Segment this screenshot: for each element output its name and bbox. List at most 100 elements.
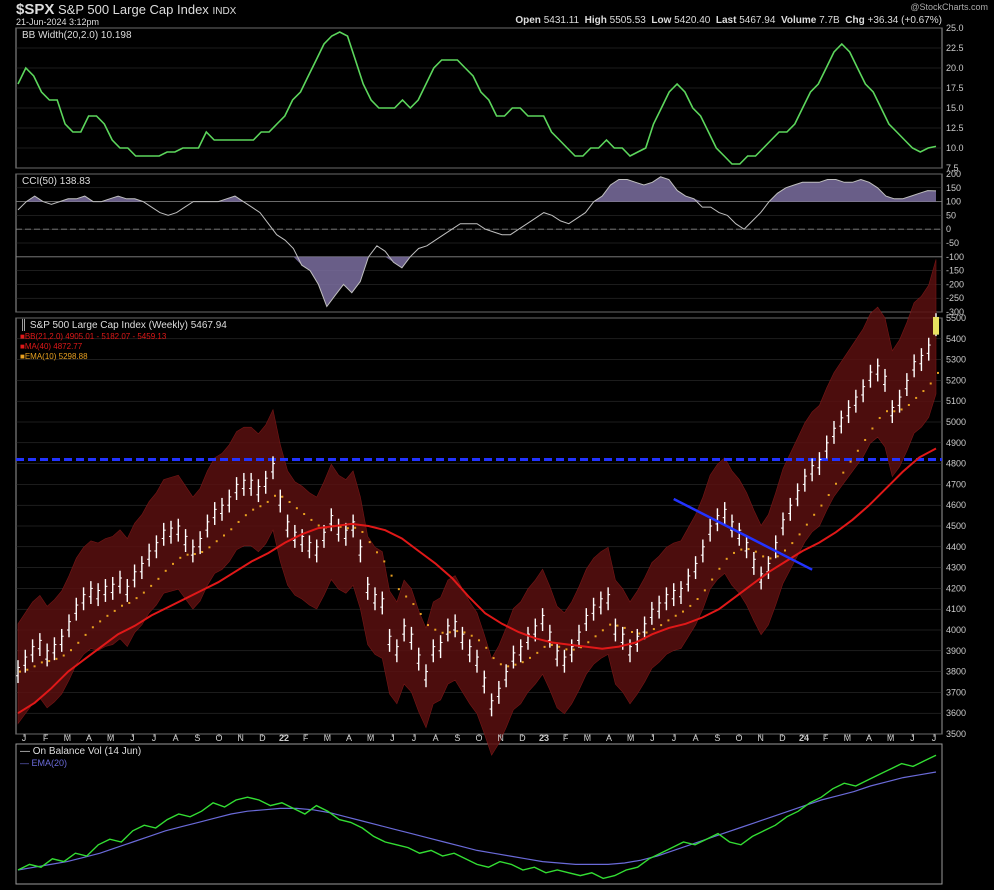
ema-dot bbox=[201, 550, 204, 553]
ema-dot bbox=[412, 603, 415, 606]
ema-dot bbox=[805, 523, 808, 526]
ema-dot bbox=[791, 542, 794, 545]
ema-dot bbox=[33, 665, 36, 668]
x-tick-label: J bbox=[130, 733, 135, 743]
ema-dot bbox=[310, 518, 313, 521]
ema-dot bbox=[463, 631, 466, 634]
ema-dot bbox=[900, 408, 903, 411]
ema-dot bbox=[893, 410, 896, 413]
ema-dot bbox=[922, 390, 925, 393]
obv-title: — On Balance Vol (14 Jun) bbox=[20, 746, 141, 757]
y-tick-label: 15.0 bbox=[946, 103, 964, 113]
ema-dot bbox=[179, 556, 182, 559]
ema-dot bbox=[26, 668, 29, 671]
ema-dot bbox=[456, 630, 459, 633]
ema-dot bbox=[499, 663, 502, 666]
y-tick-label: 4100 bbox=[946, 604, 966, 614]
ema-dot bbox=[237, 520, 240, 523]
price-title: ║ S&P 500 Large Cap Index (Weekly) 5467.… bbox=[20, 318, 227, 332]
x-tick-label: A bbox=[346, 733, 352, 743]
ema-dot bbox=[754, 550, 757, 553]
ema-dot bbox=[907, 403, 910, 406]
ema-dot bbox=[849, 460, 852, 463]
x-tick-label: F bbox=[303, 733, 309, 743]
x-tick-label: J bbox=[390, 733, 395, 743]
ema-dot bbox=[259, 505, 262, 508]
y-tick-label: 5200 bbox=[946, 375, 966, 385]
y-tick-label: 10.0 bbox=[946, 143, 964, 153]
ema-dot bbox=[230, 528, 233, 531]
ema-dot bbox=[798, 533, 801, 536]
y-tick-label: 150 bbox=[946, 183, 961, 193]
ema-dot bbox=[703, 589, 706, 592]
ema-dot bbox=[70, 649, 72, 652]
ema-dot bbox=[405, 595, 408, 598]
ema-dot bbox=[514, 663, 517, 666]
ema-dot bbox=[813, 513, 816, 516]
ema-dot bbox=[419, 612, 422, 615]
ema-dot bbox=[244, 514, 247, 517]
ema-dot bbox=[376, 551, 378, 554]
cci-overbought-fill bbox=[18, 176, 936, 202]
y-tick-label: 50 bbox=[946, 210, 956, 220]
x-tick-label: J bbox=[412, 733, 417, 743]
y-tick-label: 12.5 bbox=[946, 123, 964, 133]
ema-dot bbox=[740, 548, 743, 551]
ema-dot bbox=[55, 657, 58, 660]
ema-dot bbox=[915, 396, 918, 399]
ema-dot bbox=[223, 534, 225, 537]
y-tick-label: 4200 bbox=[946, 583, 966, 593]
x-tick-label: J bbox=[932, 733, 937, 743]
ema-dot bbox=[667, 619, 670, 622]
x-tick-label: M bbox=[64, 733, 72, 743]
ema-dot bbox=[478, 639, 480, 642]
ema-dot bbox=[929, 382, 932, 385]
ema-dot bbox=[631, 631, 633, 634]
ema-dot bbox=[572, 648, 575, 651]
x-tick-label: N bbox=[757, 733, 764, 743]
y-tick-label: 3900 bbox=[946, 646, 966, 656]
ema-dot bbox=[878, 416, 881, 419]
ema-dot bbox=[827, 494, 830, 497]
x-tick-label: M bbox=[324, 733, 332, 743]
bbw-line bbox=[17, 31, 937, 165]
x-tick-label: S bbox=[194, 733, 200, 743]
panel-frame-0 bbox=[15, 27, 943, 169]
ema-dot bbox=[172, 562, 174, 565]
ema-dot bbox=[762, 555, 765, 558]
ema-dot bbox=[427, 624, 429, 627]
ema-dot bbox=[281, 495, 284, 498]
ema-dot bbox=[266, 500, 269, 503]
x-tick-label: O bbox=[735, 733, 742, 743]
x-tick-label: O bbox=[215, 733, 222, 743]
ema-dot bbox=[594, 635, 597, 638]
ema-dot bbox=[521, 661, 524, 664]
y-tick-label: 4400 bbox=[946, 542, 966, 552]
ema-dot bbox=[609, 623, 612, 626]
y-tick-label: 3600 bbox=[946, 708, 966, 718]
ema-dot bbox=[368, 541, 371, 544]
ema-dot bbox=[660, 624, 663, 627]
ema-dot bbox=[390, 574, 393, 577]
ema-dot bbox=[711, 578, 714, 581]
ema-dot bbox=[558, 645, 561, 648]
x-tick-label: A bbox=[86, 733, 92, 743]
x-tick-label: M bbox=[887, 733, 895, 743]
x-tick-label: A bbox=[433, 733, 439, 743]
x-tick-label: A bbox=[606, 733, 612, 743]
ema-dot bbox=[354, 526, 357, 529]
ema-dot bbox=[186, 553, 189, 556]
x-tick-label: J bbox=[152, 733, 157, 743]
x-tick-label: 23 bbox=[539, 733, 549, 743]
ema-dot bbox=[84, 633, 87, 636]
obv-ema-label: — EMA(20) bbox=[20, 758, 67, 768]
price-legend-0: ■BB(21,2.0) 4905.01 - 5182.07 - 5459.13 bbox=[20, 332, 167, 341]
x-tick-label: S bbox=[714, 733, 720, 743]
y-tick-label: 4600 bbox=[946, 500, 966, 510]
x-tick-label: M bbox=[584, 733, 592, 743]
ema-dot bbox=[718, 567, 721, 570]
x-tick-label: 24 bbox=[799, 733, 809, 743]
ema-dot bbox=[871, 427, 874, 430]
ema-dot bbox=[820, 504, 823, 507]
ema-dot bbox=[835, 482, 837, 485]
